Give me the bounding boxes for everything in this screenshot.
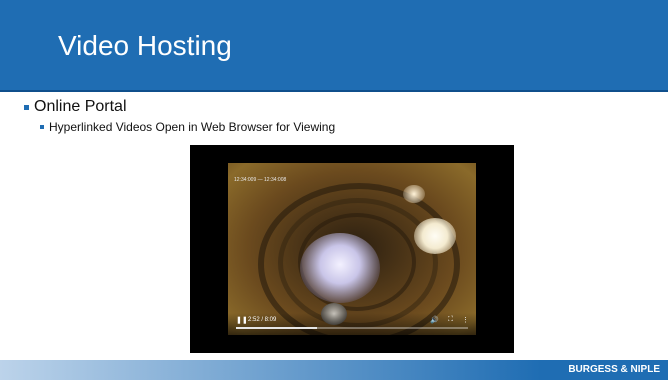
video-frame[interactable] xyxy=(228,163,476,335)
company-logo: BURGESS & NIPLE xyxy=(568,364,660,375)
light-reflection xyxy=(403,185,425,203)
pause-icon[interactable]: ❚❚ xyxy=(236,316,248,324)
video-timestamp: 12:34:009 — 12:34:008 xyxy=(234,177,287,183)
progress-fill xyxy=(236,327,318,329)
slide: Video Hosting Online Portal Hyperlinked … xyxy=(0,0,668,380)
video-player[interactable]: 12:34:009 — 12:34:008 ❚❚ 2:52 / 8:09 🔊 ⛶… xyxy=(190,145,514,353)
progress-bar[interactable] xyxy=(236,327,468,329)
water-jet-glow xyxy=(300,233,380,303)
sub-bullet-hyperlinked-videos: Hyperlinked Videos Open in Web Browser f… xyxy=(40,120,335,134)
sub-bullet-marker-icon xyxy=(40,125,44,129)
more-vertical-icon[interactable]: ⋮ xyxy=(462,316,469,324)
bullet-text: Online Portal xyxy=(34,98,127,115)
footer-bar: BURGESS & NIPLE xyxy=(0,360,668,380)
footer-gradient xyxy=(0,360,540,380)
bullet-marker-icon xyxy=(24,104,29,110)
slide-title: Video Hosting xyxy=(58,30,232,61)
video-controls: ❚❚ 2:52 / 8:09 🔊 ⛶ ⋮ xyxy=(228,313,476,335)
bullet-online-portal: Online Portal xyxy=(24,98,127,116)
volume-icon[interactable]: 🔊 xyxy=(430,316,439,324)
sub-bullet-text: Hyperlinked Videos Open in Web Browser f… xyxy=(49,120,336,134)
title-bar: Video Hosting xyxy=(0,0,668,92)
time-display: 2:52 / 8:09 xyxy=(248,317,277,323)
light-reflection xyxy=(414,218,456,254)
fullscreen-icon[interactable]: ⛶ xyxy=(448,316,453,324)
